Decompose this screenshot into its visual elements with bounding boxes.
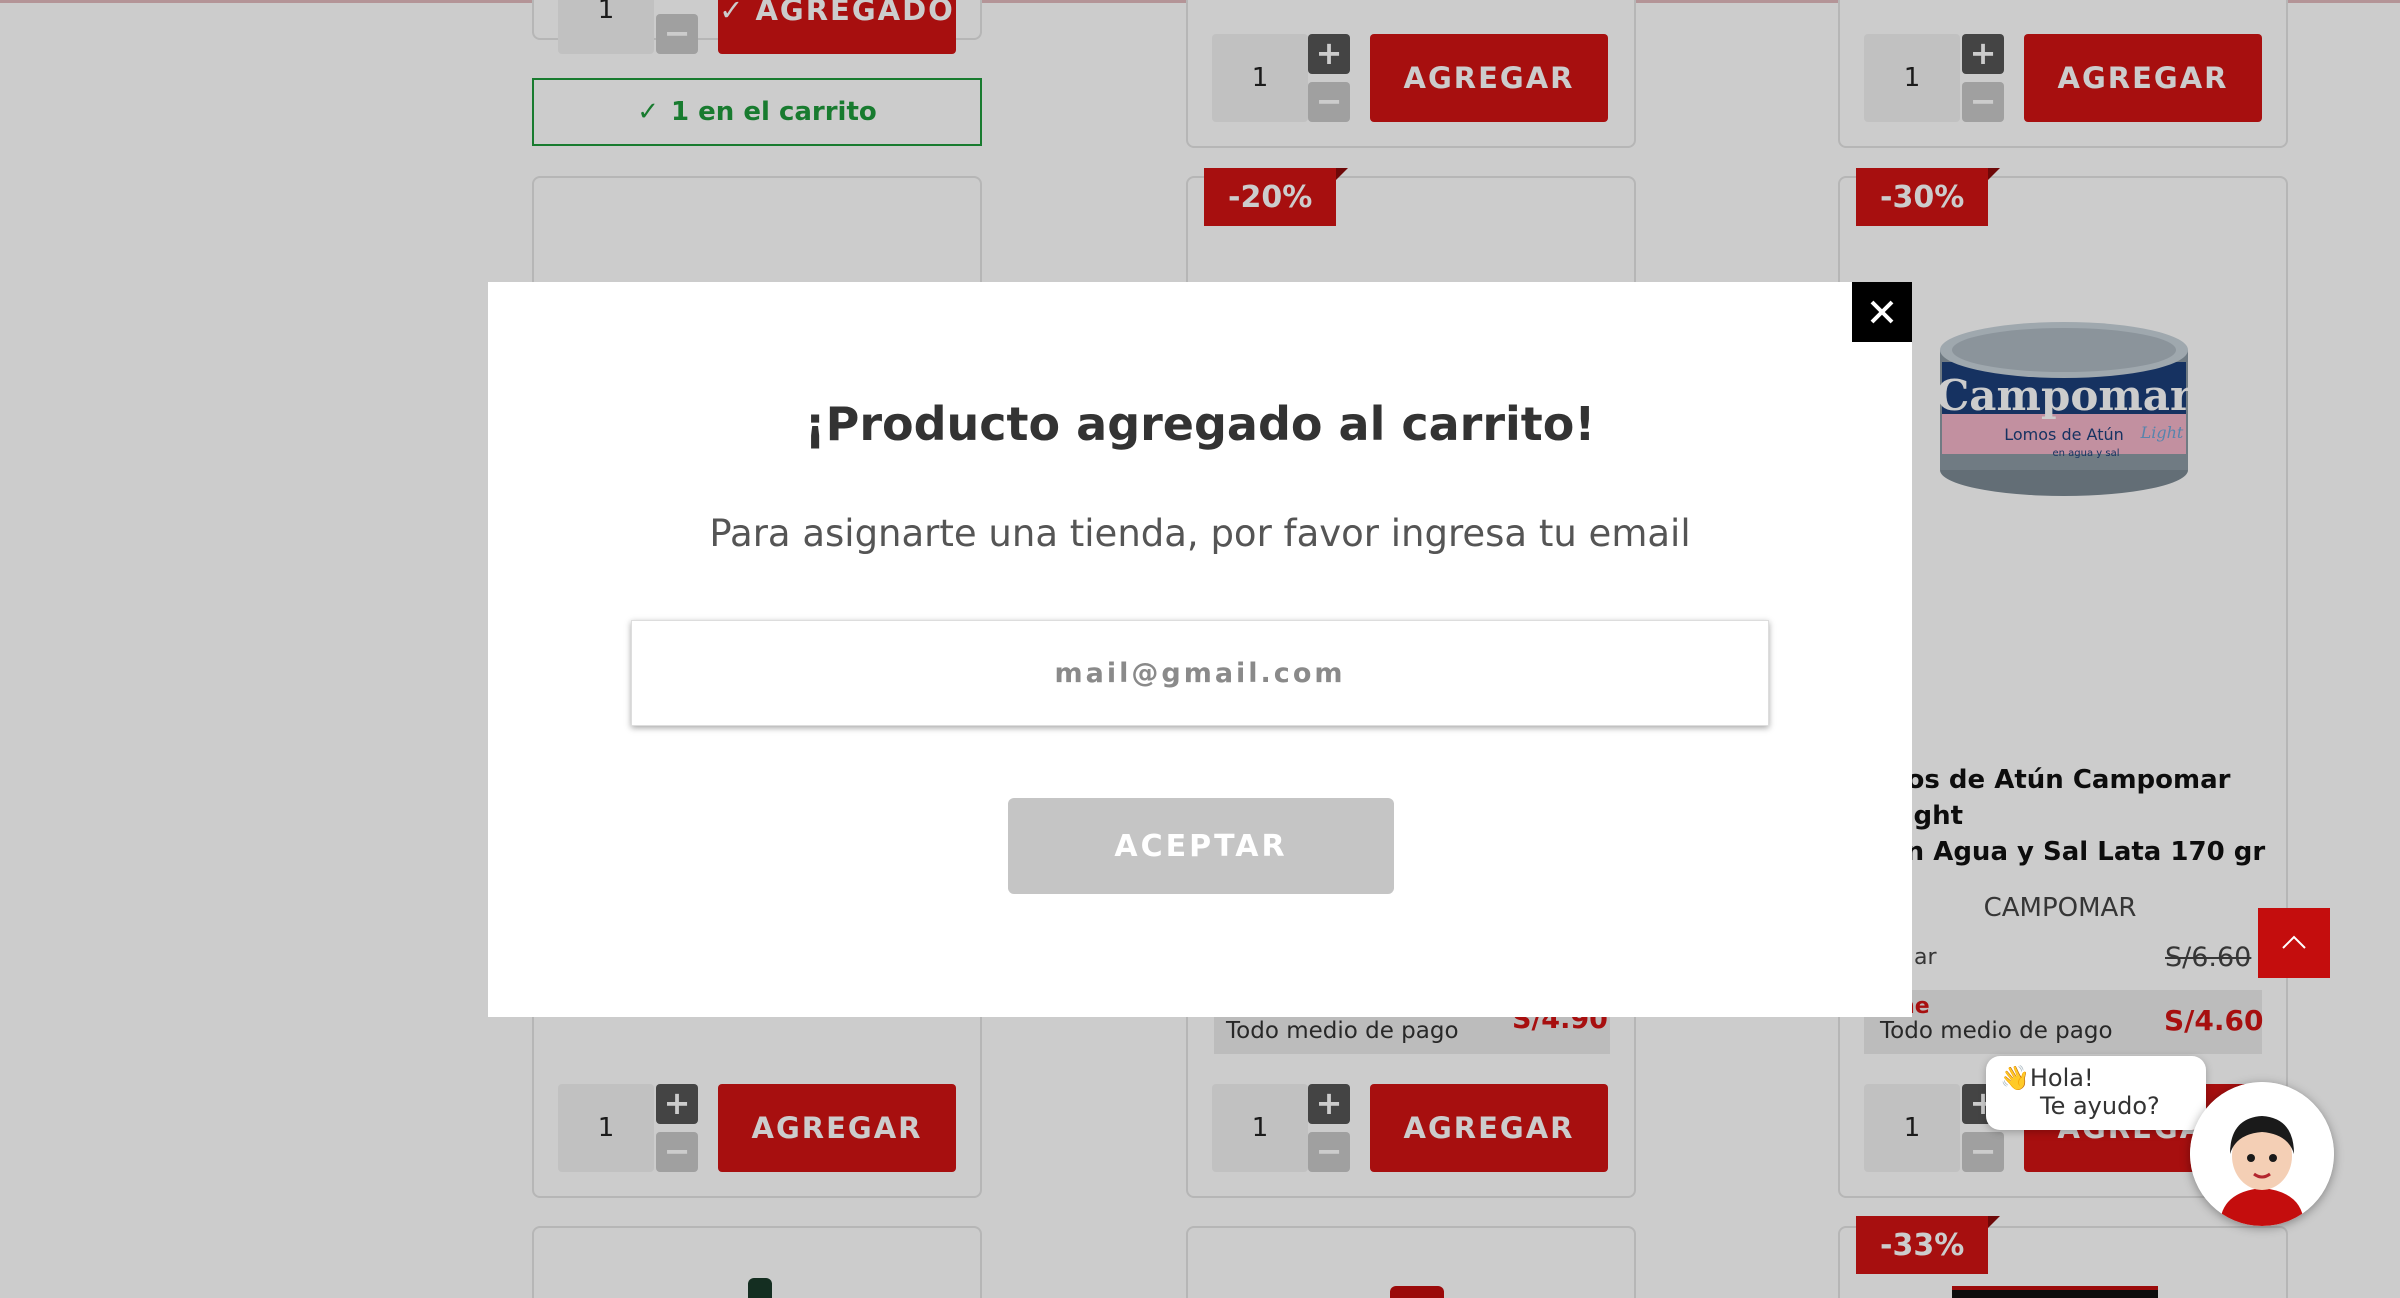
modal-title: ¡Producto agregado al carrito! bbox=[804, 397, 1596, 451]
accept-button[interactable]: ACEPTAR bbox=[1008, 798, 1394, 894]
chat-assistant-avatar[interactable] bbox=[2190, 1082, 2334, 1226]
modal-subtitle: Para asignarte una tienda, por favor ing… bbox=[709, 512, 1691, 555]
email-input[interactable] bbox=[631, 620, 1769, 726]
added-to-cart-modal: ¡Producto agregado al carrito! Para asig… bbox=[488, 282, 1912, 1017]
chat-greeting-line1: 👋Hola! bbox=[2000, 1064, 2094, 1092]
chevron-up-icon bbox=[2282, 935, 2306, 949]
close-icon bbox=[1870, 300, 1894, 324]
scroll-to-top-button[interactable] bbox=[2258, 908, 2330, 978]
assistant-avatar-icon bbox=[2190, 1082, 2334, 1226]
modal-close-button[interactable] bbox=[1852, 282, 1912, 342]
chat-greeting-bubble[interactable]: 👋Hola! Te ayudo? bbox=[1986, 1056, 2206, 1130]
chat-greeting-line2: Te ayudo? bbox=[2040, 1092, 2160, 1120]
